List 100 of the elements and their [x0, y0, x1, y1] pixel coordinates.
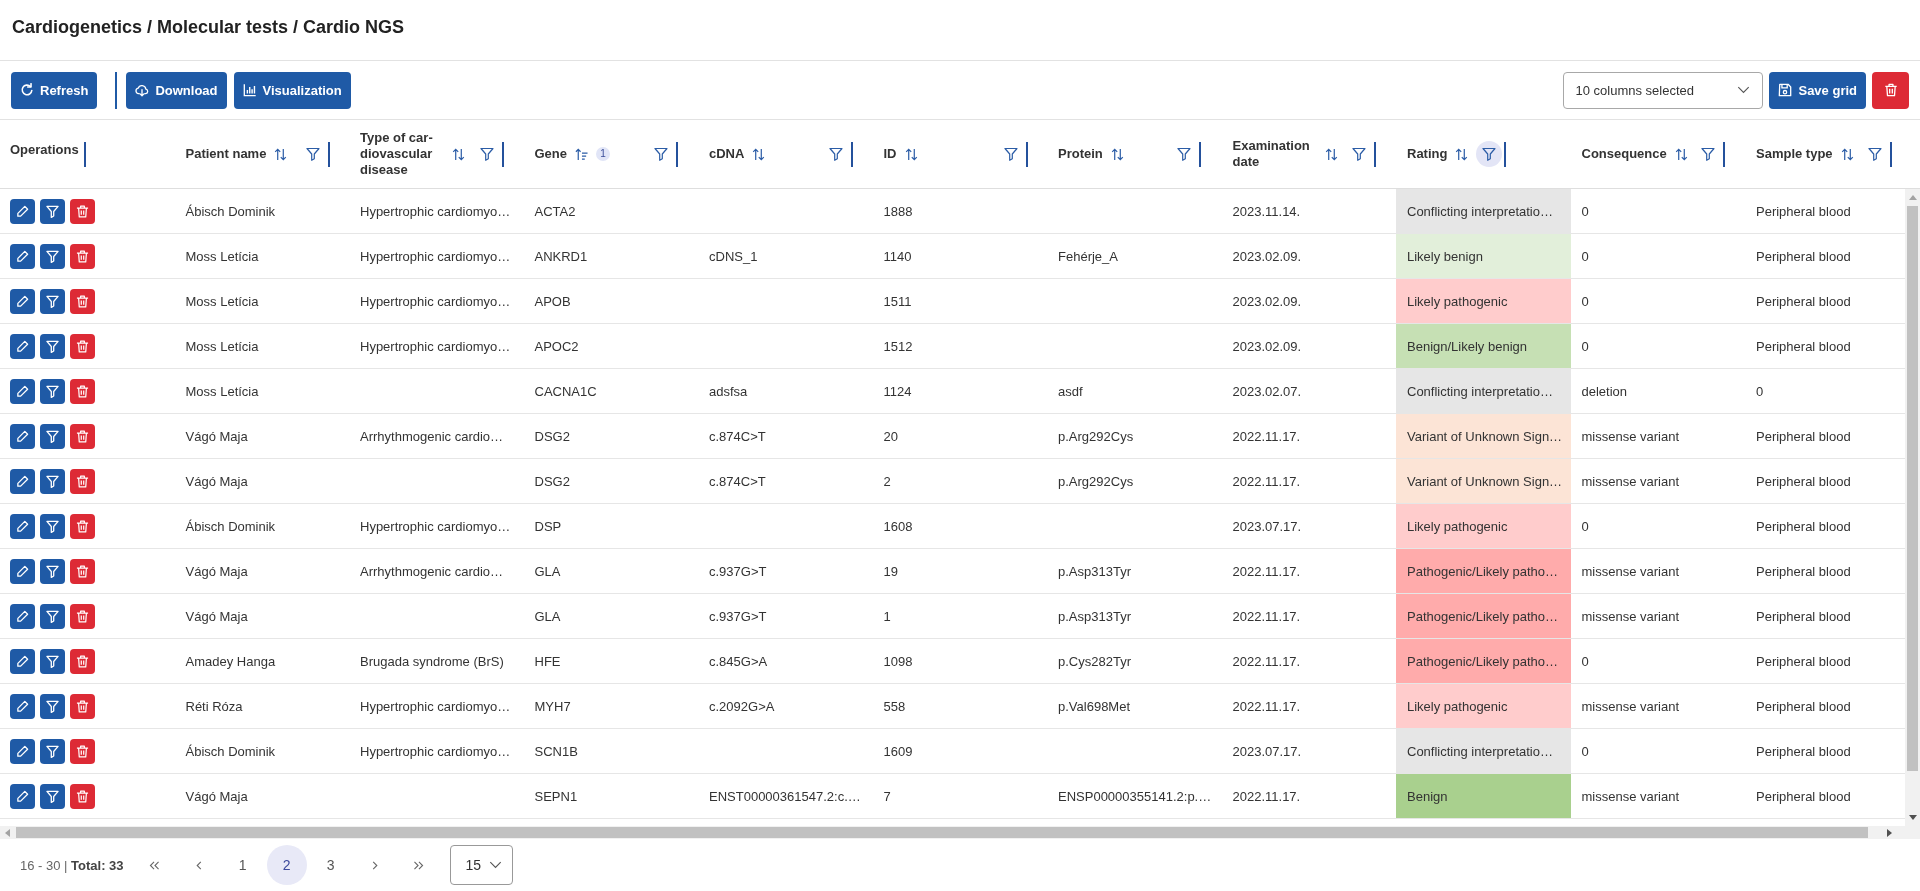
sort-icon[interactable]	[1324, 147, 1338, 161]
filter-button[interactable]	[40, 603, 65, 629]
edit-button[interactable]	[10, 513, 35, 539]
save-grid-button[interactable]: Save grid	[1769, 71, 1866, 109]
delete-row-button[interactable]	[70, 378, 95, 404]
table-cell: 0	[1581, 248, 1589, 264]
filter-button[interactable]	[40, 378, 65, 404]
delete-row-button[interactable]	[70, 513, 95, 539]
table-cell: Peripheral blood	[1756, 653, 1851, 669]
delete-row-button[interactable]	[70, 648, 95, 674]
edit-button[interactable]	[10, 693, 35, 719]
delete-row-button[interactable]	[70, 468, 95, 494]
edit-button[interactable]	[10, 198, 35, 224]
delete-row-button[interactable]	[70, 738, 95, 764]
scrollbar-thumb[interactable]	[16, 827, 1868, 838]
edit-button[interactable]	[10, 603, 35, 629]
filter-icon[interactable]	[1003, 147, 1018, 161]
delete-row-button[interactable]	[70, 693, 95, 719]
table-cell: CACNA1C	[534, 383, 597, 399]
edit-button[interactable]	[10, 558, 35, 584]
filter-icon[interactable]	[829, 147, 843, 161]
filter-button[interactable]	[40, 513, 65, 539]
funnel-icon	[46, 339, 59, 353]
edit-button[interactable]	[10, 243, 35, 269]
filter-button[interactable]	[40, 288, 65, 314]
sort-icon[interactable]	[452, 147, 465, 161]
filter-button[interactable]	[40, 198, 65, 224]
filter-button[interactable]	[40, 648, 65, 674]
edit-button[interactable]	[10, 378, 35, 404]
filter-icon[interactable]	[1177, 147, 1191, 161]
filter-icon[interactable]	[1476, 141, 1502, 167]
delete-row-button[interactable]	[70, 198, 95, 224]
table-cell: 2	[883, 473, 891, 489]
edit-button[interactable]	[10, 738, 35, 764]
horizontal-scrollbar[interactable]	[0, 826, 1920, 839]
page-size-select[interactable]: 15	[449, 845, 513, 885]
trash-icon	[76, 564, 89, 578]
filter-button[interactable]	[40, 558, 65, 584]
edit-button[interactable]	[10, 288, 35, 314]
table-cell: asdf	[1058, 383, 1083, 399]
sort-icon[interactable]	[1110, 147, 1124, 161]
filter-button[interactable]	[40, 333, 65, 359]
table-cell: cDNS_1	[709, 248, 758, 264]
filter-button[interactable]	[40, 243, 65, 269]
sort-icon[interactable]	[904, 147, 918, 161]
edit-button[interactable]	[10, 468, 35, 494]
edit-button[interactable]	[10, 423, 35, 449]
page-button[interactable]: 2	[266, 845, 307, 885]
table-cell: missense variant	[1581, 473, 1680, 489]
sort-icon[interactable]	[274, 147, 288, 161]
filter-button[interactable]	[40, 738, 65, 764]
funnel-icon	[46, 384, 59, 398]
double-chevron-right-icon	[413, 860, 425, 870]
filter-icon[interactable]	[1868, 147, 1882, 161]
filter-icon[interactable]	[1351, 147, 1366, 161]
scroll-right-icon[interactable]	[1887, 828, 1892, 837]
download-button[interactable]: Download	[126, 71, 227, 109]
delete-row-button[interactable]	[70, 243, 95, 269]
sort-icon[interactable]	[1455, 147, 1469, 161]
filter-icon[interactable]	[305, 147, 320, 161]
scrollbar-thumb[interactable]	[1907, 206, 1918, 771]
edit-button[interactable]	[10, 333, 35, 359]
funnel-icon	[46, 789, 59, 803]
column-select[interactable]: 10 columns selected	[1563, 71, 1764, 109]
delete-row-button[interactable]	[70, 783, 95, 809]
table-cell: 0	[1581, 518, 1589, 534]
sort-icon[interactable]	[1840, 147, 1854, 161]
delete-row-button[interactable]	[70, 603, 95, 629]
sort-ascending-icon[interactable]	[575, 147, 588, 161]
bar-chart-icon	[242, 83, 257, 97]
sort-icon[interactable]	[752, 147, 766, 161]
delete-row-button[interactable]	[70, 288, 95, 314]
filter-icon[interactable]	[480, 147, 494, 161]
filter-button[interactable]	[40, 468, 65, 494]
filter-button[interactable]	[40, 423, 65, 449]
column-header: cDNA	[709, 146, 745, 162]
page-button[interactable]: 3	[310, 845, 351, 885]
table-cell: ENST00000361547.2:c.…	[709, 788, 861, 804]
delete-row-button[interactable]	[70, 423, 95, 449]
refresh-button[interactable]: Refresh	[11, 71, 98, 109]
edit-button[interactable]	[10, 648, 35, 674]
edit-button[interactable]	[10, 783, 35, 809]
table-cell: SCN1B	[534, 743, 578, 759]
table-cell: Hypertrophic cardiomyo…	[360, 203, 511, 219]
table-cell: DSG2	[534, 473, 570, 489]
filter-button[interactable]	[40, 783, 65, 809]
table-cell: GLA	[534, 608, 561, 624]
scroll-down-icon[interactable]	[1908, 815, 1917, 820]
delete-row-button[interactable]	[70, 558, 95, 584]
filter-button[interactable]	[40, 693, 65, 719]
table-cell: 2023.02.07.	[1232, 383, 1302, 399]
filter-icon[interactable]	[1700, 147, 1715, 161]
pencil-icon	[16, 609, 29, 623]
page-button[interactable]: 1	[222, 845, 263, 885]
visualization-button[interactable]: Visualization	[233, 71, 351, 109]
delete-row-button[interactable]	[70, 333, 95, 359]
vertical-scrollbar[interactable]	[1905, 189, 1920, 826]
filter-icon[interactable]	[653, 147, 668, 161]
sort-icon[interactable]	[1674, 147, 1688, 161]
delete-grid-button[interactable]	[1872, 71, 1909, 109]
